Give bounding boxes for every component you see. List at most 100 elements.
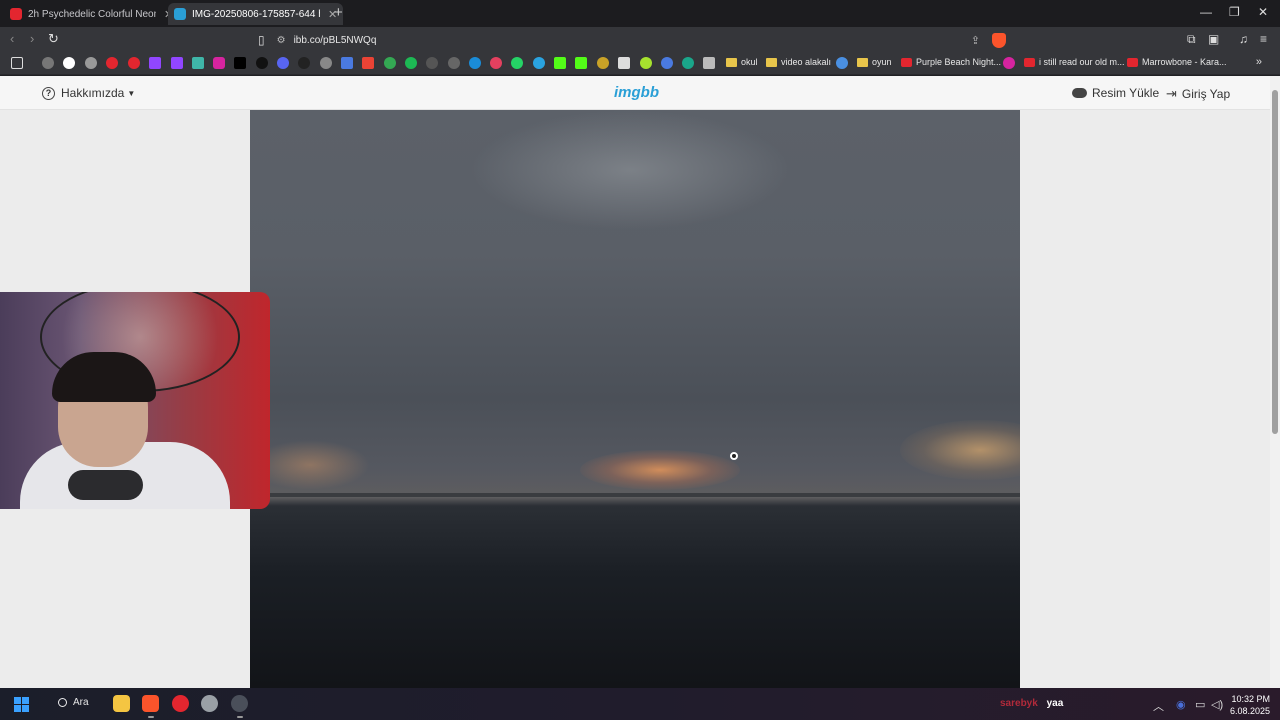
bookmark-marrowbone[interactable]: Marrowbone - Kara... bbox=[1127, 57, 1227, 67]
upload-button[interactable]: Resim Yükle bbox=[1072, 86, 1159, 100]
docs-icon[interactable] bbox=[341, 57, 353, 69]
volume-icon[interactable]: ◁) bbox=[1211, 698, 1223, 711]
share-icon[interactable]: ⇪ bbox=[971, 34, 980, 47]
app-icon[interactable] bbox=[1003, 57, 1015, 69]
kick-icon[interactable] bbox=[575, 57, 587, 69]
brave-shield-icon[interactable] bbox=[992, 32, 1006, 48]
bookmark-icon[interactable]: ▯ bbox=[258, 33, 265, 47]
bookmark-folder-video[interactable]: video alakalı bbox=[766, 57, 831, 67]
edge-icon[interactable] bbox=[469, 57, 481, 69]
kick-icon[interactable] bbox=[554, 57, 566, 69]
tab-psychedelic[interactable]: 2h Psychedelic Colorful Neon Backgr ✕ bbox=[4, 3, 179, 25]
restore-button[interactable]: ❐ bbox=[1229, 5, 1240, 19]
tab-bar: 2h Psychedelic Colorful Neon Backgr ✕ IM… bbox=[0, 0, 1280, 27]
help-icon: ? bbox=[42, 86, 55, 100]
tiktok-icon[interactable] bbox=[256, 57, 268, 69]
app-icon[interactable] bbox=[192, 57, 204, 69]
app-icon[interactable] bbox=[836, 57, 848, 69]
overlay-username: sarebyk bbox=[1000, 698, 1038, 709]
whatsapp-icon[interactable] bbox=[511, 57, 523, 69]
chatgpt-icon[interactable] bbox=[85, 57, 97, 69]
instagram-icon[interactable] bbox=[213, 57, 225, 69]
tab-imgbb[interactable]: IMG-20250806-175857-644 hos ✕ bbox=[168, 3, 344, 25]
login-button[interactable]: ⇥ Giriş Yap bbox=[1166, 86, 1230, 102]
bookmarks-more-button[interactable]: » bbox=[1256, 56, 1262, 68]
network-icon[interactable]: ▭ bbox=[1195, 698, 1205, 711]
app-icon[interactable] bbox=[703, 57, 715, 69]
brave-browser-icon[interactable] bbox=[142, 695, 159, 712]
x-icon[interactable] bbox=[234, 57, 246, 69]
uploaded-image[interactable] bbox=[250, 110, 1020, 688]
forward-button[interactable]: › bbox=[30, 31, 34, 46]
app-icon[interactable] bbox=[320, 57, 332, 69]
address-bar[interactable]: ▯ ⚙ ibb.co/pBL5NWQq ⇪ bbox=[258, 30, 1006, 50]
scrollbar-thumb[interactable] bbox=[1272, 90, 1278, 434]
microphone bbox=[68, 470, 143, 500]
new-tab-button[interactable]: + bbox=[334, 4, 343, 21]
app-icon[interactable] bbox=[490, 57, 502, 69]
github-icon[interactable] bbox=[448, 57, 460, 69]
media-player-icon[interactable] bbox=[172, 695, 189, 712]
sign-in-icon: ⇥ bbox=[1166, 86, 1177, 101]
apps-grid-icon[interactable] bbox=[11, 57, 23, 69]
app-icon[interactable] bbox=[597, 57, 609, 69]
about-menu[interactable]: ? Hakkımızda ▼ bbox=[42, 86, 135, 100]
windows-start-icon[interactable] bbox=[14, 697, 29, 712]
imgbb-logo[interactable]: imgbb bbox=[614, 84, 659, 101]
reload-button[interactable]: ↻ bbox=[48, 31, 59, 47]
youtube-icon[interactable] bbox=[106, 57, 118, 69]
twitch-icon[interactable] bbox=[149, 57, 161, 69]
minimize-button[interactable]: — bbox=[1200, 5, 1212, 19]
youtube-music-icon[interactable] bbox=[128, 57, 140, 69]
extensions-icon[interactable]: ⧉ bbox=[1187, 32, 1196, 47]
folder-icon bbox=[857, 57, 868, 67]
taskbar: Ara sarebyk yaa ︿ ◉ ▭ ◁) 10:32 PM 6.08.2… bbox=[0, 688, 1280, 720]
wallet-icon[interactable]: ▣ bbox=[1208, 32, 1219, 46]
overlay-message: yaa bbox=[1046, 698, 1064, 709]
sunset-glow-right bbox=[900, 420, 1020, 480]
file-explorer-icon[interactable] bbox=[113, 695, 130, 712]
url-text[interactable]: ibb.co/pBL5NWQq bbox=[294, 35, 971, 46]
clock-date: 6.08.2025 bbox=[1229, 706, 1270, 716]
app-icon[interactable] bbox=[640, 57, 652, 69]
site-info-icon[interactable]: ⚙ bbox=[277, 35, 286, 46]
spotify-icon[interactable] bbox=[405, 57, 417, 69]
history-icon[interactable] bbox=[42, 57, 54, 69]
telegram-icon[interactable] bbox=[533, 57, 545, 69]
cloud-upload-icon bbox=[1072, 88, 1087, 98]
bookmark-folder-oyun[interactable]: oyun bbox=[857, 57, 892, 67]
app-icon[interactable] bbox=[231, 695, 248, 712]
imgbb-favicon-icon bbox=[174, 8, 186, 20]
taskbar-search[interactable]: Ara bbox=[58, 697, 89, 708]
site-header: ? Hakkımızda ▼ imgbb Resim Yükle ⇥ Giriş… bbox=[0, 76, 1270, 110]
capcut-icon[interactable] bbox=[298, 57, 310, 69]
tray-chevron-icon[interactable]: ︿ bbox=[1153, 698, 1164, 714]
discord-icon[interactable] bbox=[277, 57, 289, 69]
media-icon[interactable]: ♫ bbox=[1239, 32, 1248, 46]
bookmark-purple-beach[interactable]: Purple Beach Night... bbox=[901, 57, 1001, 67]
bookmark-old-messages[interactable]: i still read our old m... bbox=[1024, 57, 1125, 67]
twitch-icon[interactable] bbox=[171, 57, 183, 69]
google-icon[interactable] bbox=[63, 57, 75, 69]
app-icon[interactable] bbox=[426, 57, 438, 69]
youtube-icon bbox=[10, 8, 22, 20]
tray-app-icon[interactable]: ◉ bbox=[1176, 698, 1186, 711]
menu-icon[interactable]: ≡ bbox=[1260, 32, 1267, 46]
gmail-icon[interactable] bbox=[362, 57, 374, 69]
system-clock[interactable]: 10:32 PM 6.08.2025 bbox=[1228, 693, 1270, 717]
tab-title: IMG-20250806-175857-644 hos bbox=[192, 8, 320, 20]
close-window-button[interactable]: ✕ bbox=[1258, 5, 1268, 19]
app-icon[interactable] bbox=[618, 57, 630, 69]
app-icon[interactable] bbox=[682, 57, 694, 69]
sunset-glow-center bbox=[580, 450, 740, 490]
obs-icon[interactable] bbox=[201, 695, 218, 712]
app-icon[interactable] bbox=[661, 57, 673, 69]
about-label: Hakkımızda bbox=[61, 86, 125, 100]
back-button[interactable]: ‹ bbox=[10, 31, 14, 46]
search-label: Ara bbox=[73, 697, 89, 708]
bookmark-folder-okul[interactable]: okul bbox=[726, 57, 758, 67]
cloud-highlight bbox=[470, 110, 790, 230]
drive-icon[interactable] bbox=[384, 57, 396, 69]
bookmarks-bar: okul video alakalı oyun Purple Beach Nig… bbox=[0, 52, 1280, 75]
page-scrollbar[interactable] bbox=[1270, 76, 1280, 688]
